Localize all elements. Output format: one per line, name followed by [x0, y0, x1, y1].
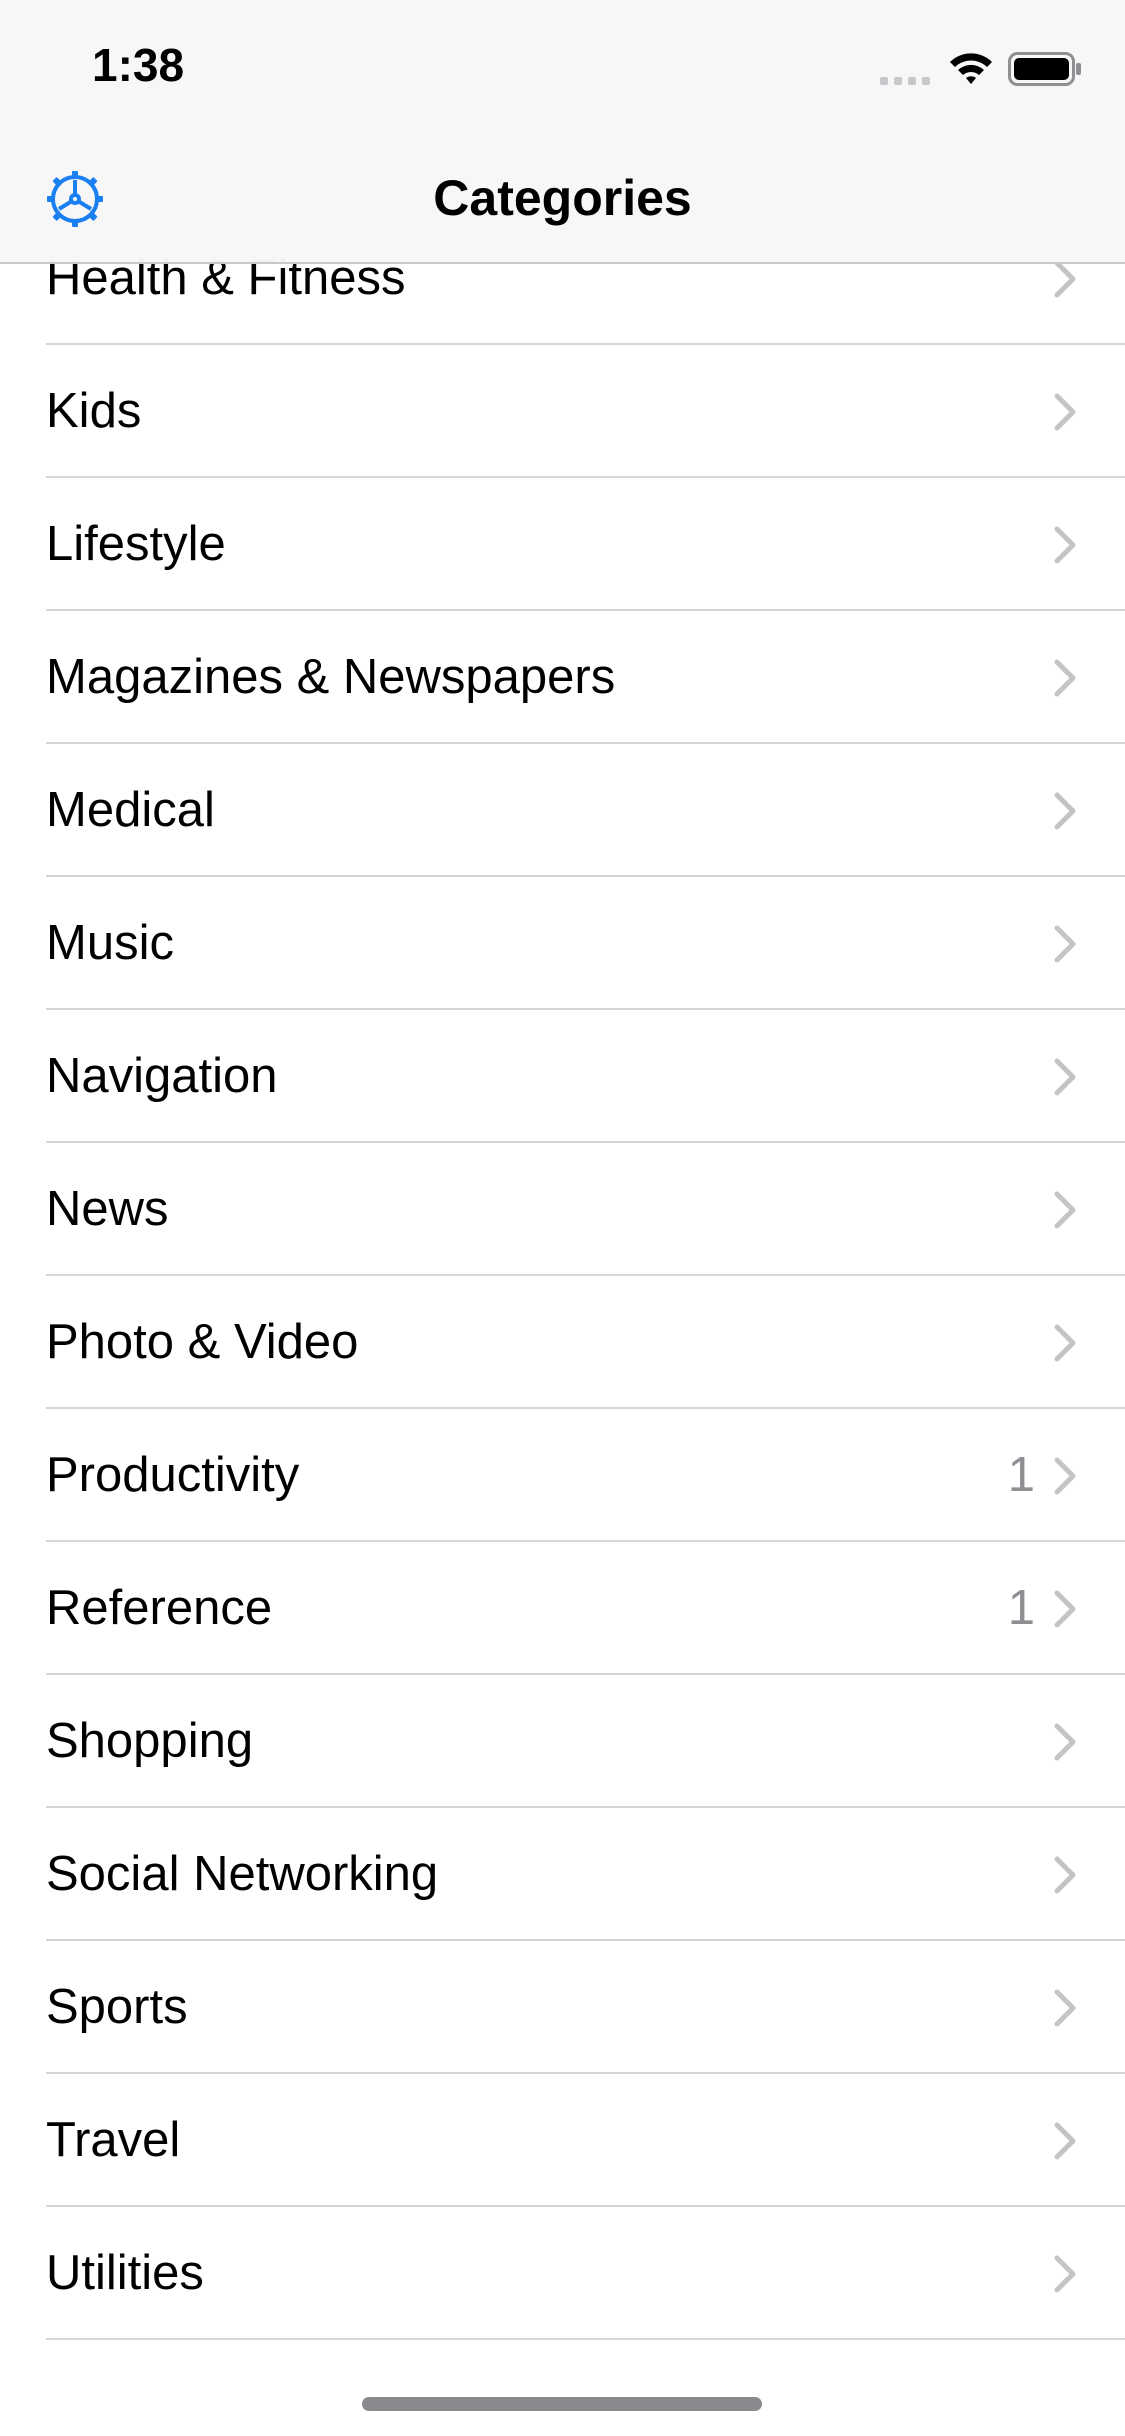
list-item[interactable]: Social Networking [0, 1808, 1125, 1941]
list-item[interactable]: Lifestyle [0, 478, 1125, 611]
category-list[interactable]: Health & Fitness Kids Lifestyle Magazine… [0, 0, 1125, 2436]
chevron-right-icon [1054, 2255, 1076, 2292]
screen: Health & Fitness Kids Lifestyle Magazine… [0, 0, 1125, 2436]
chevron-right-icon [1054, 659, 1076, 696]
cellular-signal-icon [880, 77, 930, 85]
category-label: Social Networking [46, 1847, 439, 1901]
list-item[interactable]: Music [0, 877, 1125, 1010]
chevron-right-icon [1054, 260, 1076, 297]
list-item[interactable]: Navigation [0, 1010, 1125, 1143]
home-indicator[interactable] [362, 2397, 762, 2411]
list-item[interactable]: Travel [0, 2074, 1125, 2207]
category-label: News [46, 1182, 169, 1236]
list-item[interactable]: Photo & Video [0, 1276, 1125, 1409]
category-count: 1 [1007, 1448, 1035, 1502]
chevron-right-icon [1054, 2122, 1076, 2159]
navigation-bar: 1:38 Categories [0, 0, 1125, 264]
chevron-right-icon [1054, 1058, 1076, 1095]
chevron-right-icon [1054, 393, 1076, 430]
category-label: Magazines & Newspapers [46, 650, 616, 704]
chevron-right-icon [1054, 1191, 1076, 1228]
category-label: Lifestyle [46, 517, 226, 571]
category-label: Utilities [46, 2246, 204, 2300]
category-label: Shopping [46, 1714, 254, 1768]
category-label: Kids [46, 384, 142, 438]
list-item[interactable]: Magazines & Newspapers [0, 611, 1125, 744]
chevron-right-icon [1054, 1324, 1076, 1361]
category-label: Travel [46, 2113, 181, 2167]
battery-icon [1008, 52, 1081, 86]
list-item[interactable]: News [0, 1143, 1125, 1276]
list-item[interactable]: Productivity 1 [0, 1409, 1125, 1542]
chevron-right-icon [1054, 526, 1076, 563]
chevron-right-icon [1054, 1723, 1076, 1760]
chevron-right-icon [1054, 1457, 1076, 1494]
category-label: Photo & Video [46, 1315, 359, 1369]
chevron-right-icon [1054, 1856, 1076, 1893]
list-item[interactable]: Shopping [0, 1675, 1125, 1808]
category-label: Productivity [46, 1448, 300, 1502]
chevron-right-icon [1054, 1590, 1076, 1627]
chevron-right-icon [1054, 1989, 1076, 2026]
list-item[interactable]: Utilities [0, 2207, 1125, 2340]
category-label: Reference [46, 1581, 273, 1635]
category-count: 1 [1007, 1581, 1035, 1635]
list-item[interactable]: Reference 1 [0, 1542, 1125, 1675]
category-label: Medical [46, 783, 215, 837]
list-item[interactable]: Sports [0, 1941, 1125, 2074]
wifi-icon [950, 53, 992, 84]
status-time: 1:38 [92, 39, 185, 91]
chevron-right-icon [1054, 925, 1076, 962]
page-title: Categories [433, 170, 692, 226]
chevron-right-icon [1054, 792, 1076, 829]
category-label: Sports [46, 1980, 188, 2034]
list-item[interactable]: Medical [0, 744, 1125, 877]
category-label: Navigation [46, 1049, 278, 1103]
row-divider [46, 2338, 1125, 2340]
category-label: Music [46, 916, 174, 970]
list-item[interactable]: Kids [0, 345, 1125, 478]
